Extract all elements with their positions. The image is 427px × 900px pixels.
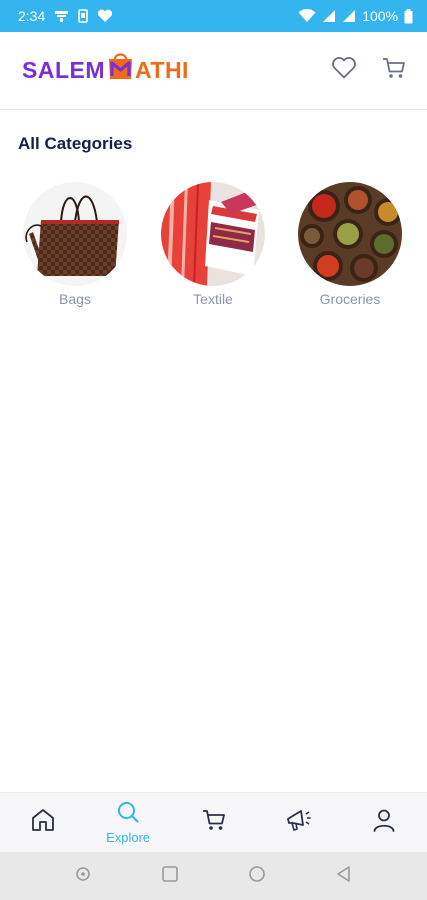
megaphone-icon [285,807,313,838]
assistant-button[interactable] [68,861,98,891]
category-item-groceries[interactable]: Groceries [295,182,405,307]
app-logo[interactable]: SALEM ATHI [22,50,189,89]
circle-icon [248,865,266,888]
category-label: Textile [193,291,233,307]
logo-text-salem: SALEM [22,57,105,83]
heart-icon [331,56,357,85]
nav-explore[interactable]: Explore [85,793,170,852]
status-bar: 2:34 100% [0,0,427,32]
battery-percent: 100% [362,8,398,24]
category-item-bags[interactable]: Bags [20,182,130,307]
category-list: Bags Textile Groceries [0,182,427,312]
sim-card-icon [78,9,89,23]
battery-icon [404,8,413,24]
back-button[interactable] [329,861,359,891]
status-time: 2:34 [18,8,46,24]
heart-badge-icon [97,9,113,23]
textile-thumbnail [161,182,265,286]
cart-button[interactable] [379,56,409,86]
cart-icon [201,807,227,838]
nav-home[interactable] [0,793,85,852]
wishlist-button[interactable] [329,56,359,86]
notification-icon [54,10,69,23]
app-header: SALEM ATHI [0,32,427,110]
search-icon [116,800,140,829]
category-label: Bags [59,291,91,307]
logo-text-athi: ATHI [135,57,189,83]
back-triangle-icon [335,865,353,888]
cart-icon [381,55,407,86]
category-label: Groceries [319,291,381,307]
signal-icon [322,9,336,23]
home-button[interactable] [242,861,272,891]
system-navigation-bar [0,852,427,900]
wifi-icon [298,9,316,23]
bags-thumbnail [23,182,127,286]
nav-explore-label: Explore [106,830,151,845]
nav-announcements[interactable] [256,793,341,852]
category-item-textile[interactable]: Textile [158,182,268,307]
bottom-navigation: Explore [0,792,427,852]
profile-icon [371,807,397,838]
groceries-thumbnail [298,182,402,286]
page-title: All Categories [18,134,133,153]
shopping-bag-logo-icon [107,50,134,86]
home-icon [30,807,56,838]
dot-circle-icon [75,866,91,887]
nav-profile[interactable] [342,793,427,852]
square-icon [161,865,179,888]
signal-icon-2 [342,9,356,23]
nav-cart[interactable] [171,793,256,852]
recents-button[interactable] [155,861,185,891]
